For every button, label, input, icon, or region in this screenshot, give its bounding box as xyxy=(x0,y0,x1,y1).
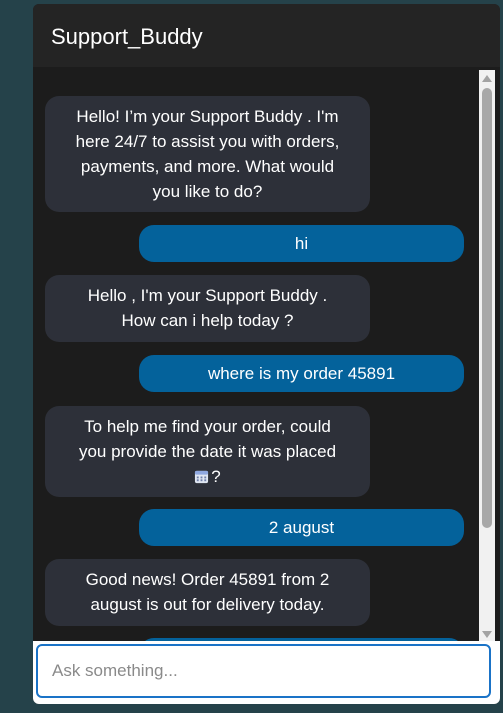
input-bar xyxy=(33,641,500,704)
chat-title: Support_Buddy xyxy=(51,24,203,49)
user-message: where is my order 45891 xyxy=(139,355,464,392)
calendar-icon xyxy=(195,470,209,484)
user-message: hi xyxy=(139,225,464,262)
chat-window: Support_Buddy Hello! I’m your Support Bu… xyxy=(33,4,500,704)
bot-message-line: you provide the date it was placed xyxy=(78,442,337,461)
bot-message: To help me find your order, could you pr… xyxy=(45,406,370,497)
ask-input[interactable] xyxy=(36,644,491,698)
bot-message: Hello! I’m your Support Buddy . I'm here… xyxy=(45,96,370,212)
bot-message-suffix: ? xyxy=(211,467,221,486)
scroll-down-arrow-icon[interactable] xyxy=(479,626,495,642)
message-scrollbar[interactable] xyxy=(479,70,495,642)
user-message: 2 august xyxy=(139,509,464,546)
bot-message: Hello , I'm your Support Buddy . How can… xyxy=(45,275,370,342)
bot-message: Good news! Order 45891 from 2 august is … xyxy=(45,559,370,626)
scroll-thumb[interactable] xyxy=(482,88,492,528)
bot-message-line: ? xyxy=(59,464,356,489)
scroll-up-arrow-icon[interactable] xyxy=(479,70,495,86)
chat-header: Support_Buddy xyxy=(33,4,500,67)
bot-message-line: To help me find your order, could xyxy=(84,417,331,436)
message-list[interactable]: Hello! I’m your Support Buddy . I'm here… xyxy=(33,67,500,641)
